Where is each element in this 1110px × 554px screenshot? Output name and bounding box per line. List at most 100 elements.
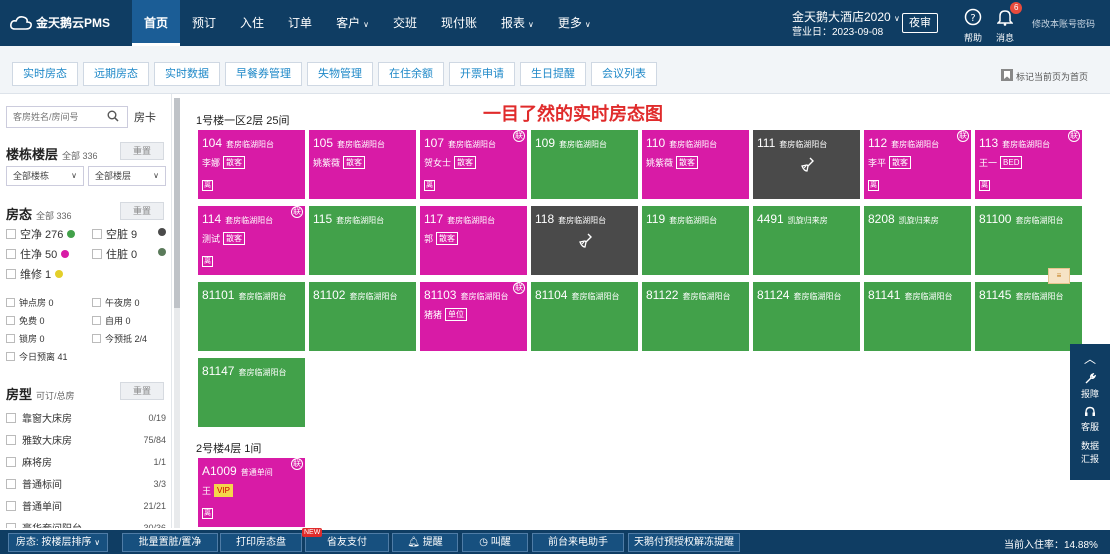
status-extra-item[interactable]: 自用 0 (92, 314, 131, 327)
bookmark-homepage-link[interactable]: 标记当前页为首页 (1000, 68, 1088, 84)
help-button[interactable]: ? 帮助 (958, 8, 988, 44)
checkbox[interactable] (6, 229, 16, 239)
hotel-info[interactable]: 金天鹅大酒店2020 ∨ 营业日：2023-09-08 (792, 10, 900, 40)
messages-button[interactable]: 6 消息 (990, 2, 1023, 44)
checkbox[interactable] (6, 434, 16, 445)
room-tile[interactable]: 104 套房临湖阳台 李娜 散客离 (198, 130, 305, 199)
nav-customers[interactable]: 客户 ∨ (324, 0, 381, 46)
roomtype-filter-item[interactable]: 豪华套间阳台 30/36 (6, 520, 166, 528)
tab-item[interactable]: 失物管理 (307, 62, 373, 86)
room-tile[interactable]: 111 套房临湖阳台 (753, 130, 860, 199)
nav-shift[interactable]: 交班 (381, 0, 429, 46)
room-tile[interactable]: 81124 套房临湖阳台 (753, 282, 860, 351)
checkbox[interactable] (6, 352, 15, 361)
room-tile[interactable]: 81145 套房临湖阳台 (975, 282, 1082, 351)
room-tile[interactable]: 117 套房临湖阳台郭散客 (420, 206, 527, 275)
report-fault-button[interactable]: 报障 (1070, 367, 1110, 400)
preauth-unfreeze-button[interactable]: 天鹅付预授权解冻提醒 (628, 533, 740, 552)
room-tile[interactable]: 119 套房临湖阳台 (642, 206, 749, 275)
nav-home[interactable]: 首页 (132, 0, 181, 46)
nav-checkin[interactable]: 入住 (228, 0, 276, 46)
batch-clean-button[interactable]: 批量置脏/置净 (122, 533, 218, 552)
app-logo[interactable]: 金天鹅云PMS (10, 14, 110, 31)
checkbox[interactable] (6, 316, 15, 325)
night-audit-button[interactable]: 夜审 (902, 13, 938, 33)
tab-item[interactable]: 实时数据 (154, 62, 220, 86)
nav-more[interactable]: 更多 ∨ (546, 0, 603, 46)
status-reset-button[interactable]: 重置 (120, 202, 164, 220)
tab-item[interactable]: 生日提醒 (520, 62, 586, 86)
building-reset-button[interactable]: 重置 (120, 142, 164, 160)
tab-item[interactable]: 实时房态 (12, 62, 78, 86)
status-filter-item[interactable]: 住净 50 (6, 246, 70, 262)
room-tile[interactable]: A1009 普通单间王 VIP 联离 (198, 458, 305, 527)
room-tile[interactable]: 81104 套房临湖阳台 (531, 282, 638, 351)
tab-item[interactable]: 开票申请 (449, 62, 515, 86)
data-report-button[interactable]: 数据 汇报 (1070, 433, 1110, 465)
status-extra-item[interactable]: 钟点房 0 (6, 296, 54, 309)
room-tile[interactable]: 4491 凯旋归来房 (753, 206, 860, 275)
roomtype-filter-item[interactable]: 靠窗大床房 0/19 (6, 410, 166, 425)
change-password-link[interactable]: 修改本账号密码 (1032, 17, 1095, 30)
checkbox[interactable] (6, 522, 16, 528)
room-tile[interactable]: 115 套房临湖阳台 (309, 206, 416, 275)
tab-item[interactable]: 会议列表 (591, 62, 657, 86)
collapse-up-button[interactable]: ︿ (1070, 344, 1110, 367)
checkbox[interactable] (92, 249, 102, 259)
sort-select[interactable]: 房态: 按楼层排序 ∨ (8, 533, 108, 552)
tab-item[interactable]: 早餐券管理 (225, 62, 302, 86)
search-input[interactable] (7, 112, 103, 122)
checkbox[interactable] (92, 334, 101, 343)
nav-booking[interactable]: 预订 (180, 0, 228, 46)
checkbox[interactable] (6, 249, 16, 259)
roomtype-filter-item[interactable]: 雅致大床房 75/84 (6, 432, 166, 447)
status-extra-item[interactable]: 今日预离 41 (6, 350, 68, 363)
room-tile[interactable]: 109 套房临湖阳台 (531, 130, 638, 199)
room-tile[interactable]: 81100 套房临湖阳台 (975, 206, 1082, 275)
status-extra-item[interactable]: 免费 0 (6, 314, 45, 327)
status-filter-item[interactable]: 空脏 9 (92, 226, 166, 242)
checkbox[interactable] (92, 316, 101, 325)
room-tile[interactable]: 81103 套房临湖阳台 猪猪 单位 联 (420, 282, 527, 351)
checkbox[interactable] (6, 456, 16, 467)
room-tile[interactable]: 105 套房临湖阳台 姚紫薇 散客 (309, 130, 416, 199)
room-tile[interactable]: 114 套房临湖阳台 测试 散客 联离 (198, 206, 305, 275)
status-extra-item[interactable]: 锁房 0 (6, 332, 45, 345)
roomtype-filter-item[interactable]: 普通标间 3/3 (6, 476, 166, 491)
checkbox[interactable] (6, 478, 16, 489)
room-tile[interactable]: 81141 套房临湖阳台 (864, 282, 971, 351)
sidebar-scrollbar[interactable] (174, 98, 180, 528)
checkbox[interactable] (6, 298, 15, 307)
nav-cashbook[interactable]: 现付账 (429, 0, 489, 46)
room-tile[interactable]: 81102 套房临湖阳台 (309, 282, 416, 351)
scrollbar-thumb[interactable] (174, 98, 180, 308)
tab-item[interactable]: 远期房态 (83, 62, 149, 86)
status-extra-item[interactable]: 午夜房 0 (92, 296, 140, 309)
room-tile[interactable]: 118 套房临湖阳台 (531, 206, 638, 275)
room-tile[interactable]: 8208 凯旋归来房 (864, 206, 971, 275)
room-tile[interactable]: 110 套房临湖阳台 姚紫薇 散客 (642, 130, 749, 199)
search-box[interactable] (6, 106, 128, 128)
search-icon[interactable] (107, 110, 119, 125)
checkbox[interactable] (6, 269, 16, 279)
checkbox[interactable] (6, 334, 15, 343)
checkbox[interactable] (92, 229, 102, 239)
status-filter-item[interactable]: 空净 276 (6, 226, 76, 242)
remind-button[interactable]: 🔔︎ 提醒 (392, 533, 458, 552)
building-select[interactable]: 全部楼栋 ∨ (6, 166, 84, 186)
room-tile[interactable]: 112 套房临湖阳台 李平 散客 联离 (864, 130, 971, 199)
status-extra-item[interactable]: 今预抵 2/4 (92, 332, 147, 345)
front-desk-assistant-button[interactable]: 前台来电助手 (532, 533, 624, 552)
room-tile[interactable]: 113 套房临湖阳台 王一 BED 联离 (975, 130, 1082, 199)
status-filter-item[interactable]: 维修 1 (6, 266, 64, 282)
checkbox[interactable] (6, 412, 16, 423)
floor-select[interactable]: 全部楼层 ∨ (88, 166, 166, 186)
room-tile[interactable]: 81122 套房临湖阳台 (642, 282, 749, 351)
room-tile[interactable]: 107 套房临湖阳台 贺女士 散客 联离 (420, 130, 527, 199)
mini-tool-icon[interactable]: ≡ (1048, 268, 1070, 284)
checkbox[interactable] (6, 500, 16, 511)
room-card-button[interactable]: 房卡 (134, 109, 156, 125)
tab-item[interactable]: 在住余额 (378, 62, 444, 86)
room-tile[interactable]: 81101 套房临湖阳台 (198, 282, 305, 351)
room-tile[interactable]: 81147 套房临湖阳台 (198, 358, 305, 427)
